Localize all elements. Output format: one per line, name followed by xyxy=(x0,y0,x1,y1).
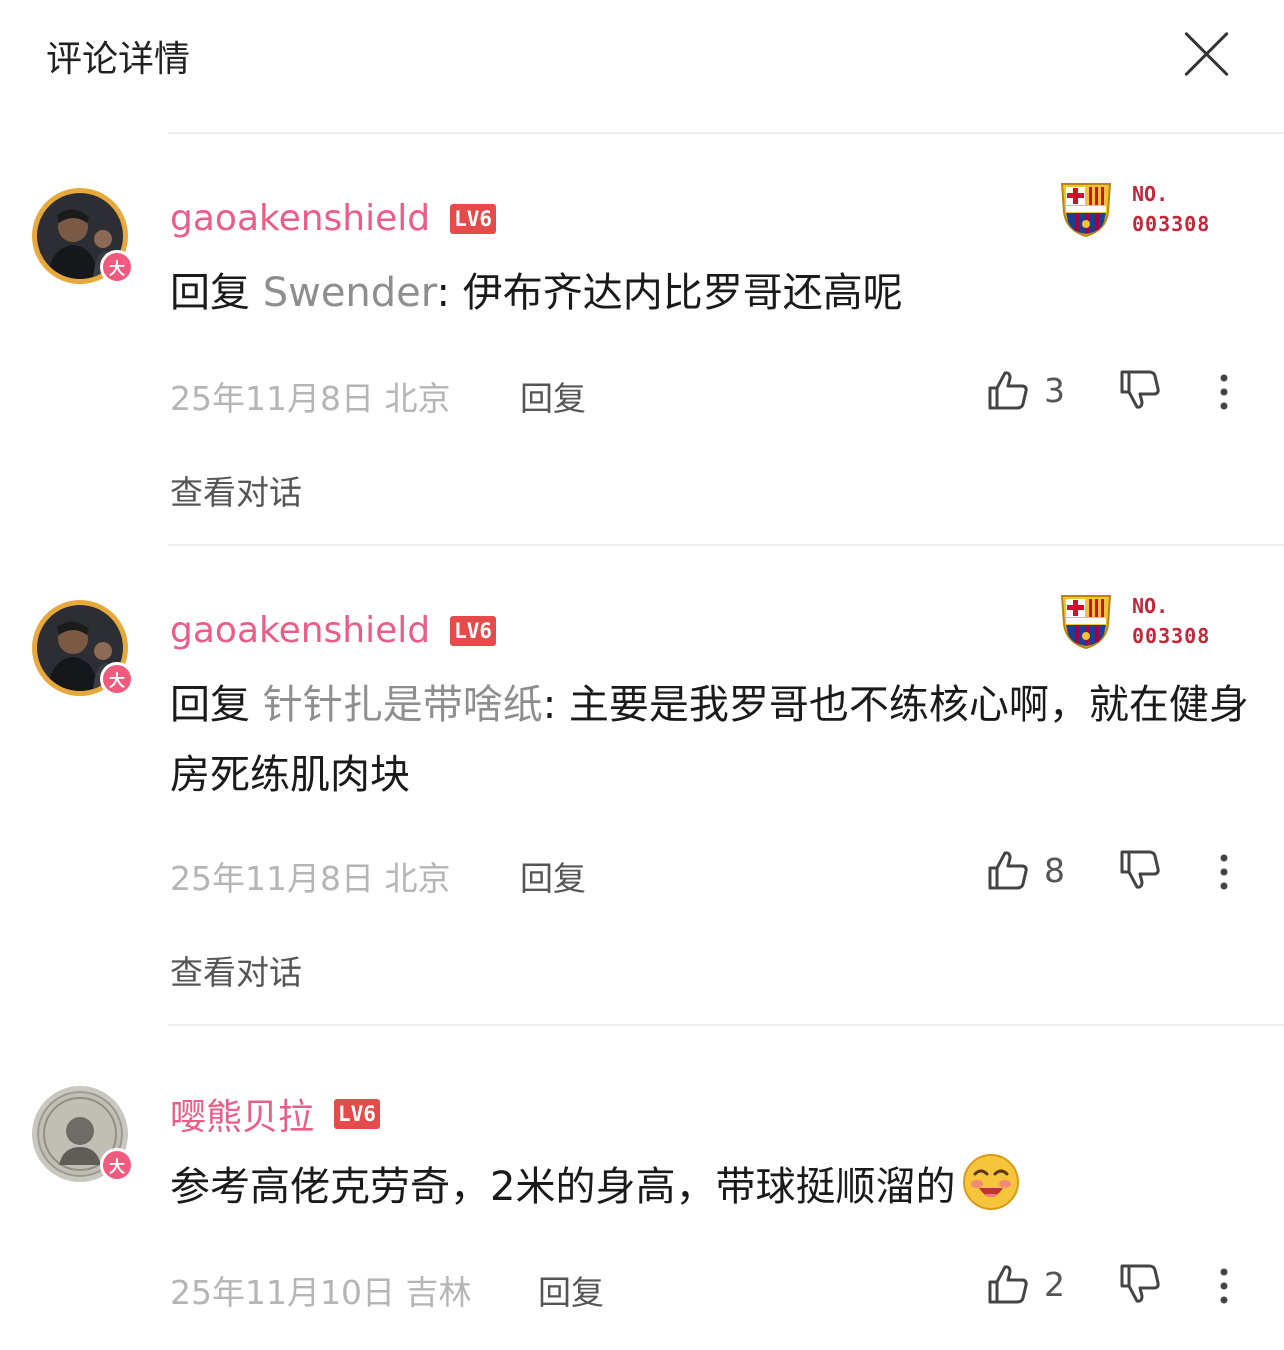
reply-button[interactable]: 回复 xyxy=(520,372,586,420)
page-title: 评论详情 xyxy=(46,39,191,80)
close-icon[interactable] xyxy=(1180,28,1232,80)
reply-prefix: 回复 xyxy=(170,682,250,728)
comment-text: 参考高佬克劳奇，2米的身高，带球挺顺溜的 xyxy=(170,1152,1250,1222)
like-button[interactable]: 3 xyxy=(986,368,1065,412)
level-badge: LV6 xyxy=(450,203,497,234)
more-icon[interactable] xyxy=(1214,1266,1234,1306)
avatar-badge: 大 xyxy=(100,250,134,284)
divider xyxy=(168,132,1284,134)
fan-card-label: NO. xyxy=(1132,182,1169,206)
more-icon[interactable] xyxy=(1214,852,1234,892)
username[interactable]: gaoakenshield xyxy=(170,198,430,239)
like-button[interactable]: 2 xyxy=(986,1262,1065,1306)
header: 评论详情 xyxy=(0,0,1284,110)
reply-to-user[interactable]: 针针扎是带啥纸 xyxy=(263,682,543,728)
avatar-badge: 大 xyxy=(100,1148,134,1182)
thumbs-down-icon xyxy=(1120,370,1160,409)
thumbs-up-icon xyxy=(988,1265,1028,1304)
like-count: 2 xyxy=(1044,1264,1065,1304)
avatar-badge: 大 xyxy=(100,662,134,696)
reply-to-user[interactable]: Swender xyxy=(263,270,437,316)
divider xyxy=(168,1024,1284,1026)
date-location: 25年11月8日 北京 xyxy=(170,859,451,898)
view-conversation-link[interactable]: 查看对话 xyxy=(170,946,302,994)
avatar[interactable]: 大 xyxy=(32,600,134,696)
comment-meta: 25年11月10日 吉林 回复 2 xyxy=(170,1262,1270,1312)
like-count: 8 xyxy=(1044,850,1065,890)
dislike-button[interactable] xyxy=(1118,1262,1162,1310)
comment-text: 回复 针针扎是带啥纸: 主要是我罗哥也不练核心啊，就在健身房死练肌肉块 xyxy=(170,670,1250,810)
fcb-crest-icon xyxy=(1060,183,1112,238)
fan-card-number: 003308 xyxy=(1132,624,1211,648)
comment-body: : 伊布齐达内比罗哥还高呢 xyxy=(436,270,903,316)
username[interactable]: 嘤熊贝拉 xyxy=(170,1088,314,1140)
fan-card[interactable]: NO. 003308 xyxy=(1058,590,1238,652)
like-button[interactable]: 8 xyxy=(986,848,1065,892)
like-count: 3 xyxy=(1044,370,1065,410)
view-conversation-link[interactable]: 查看对话 xyxy=(170,466,302,514)
level-badge: LV6 xyxy=(450,615,497,646)
laughing-drooling-emoji xyxy=(963,1154,1020,1210)
reply-prefix: 回复 xyxy=(170,270,250,316)
thumbs-down-icon xyxy=(1120,850,1160,889)
thumbs-up-icon xyxy=(988,851,1028,890)
comment-meta: 25年11月8日 北京 回复 8 xyxy=(170,848,1270,898)
fan-card[interactable]: NO. 003308 xyxy=(1058,178,1238,240)
avatar[interactable]: 大 xyxy=(32,188,134,284)
name-row: gaoakenshield LV6 xyxy=(170,198,497,239)
divider xyxy=(168,544,1284,546)
avatar[interactable]: 大 xyxy=(32,1086,134,1182)
fcb-crest-icon xyxy=(1060,595,1112,650)
reply-button[interactable]: 回复 xyxy=(538,1266,604,1314)
date-location: 25年11月8日 北京 xyxy=(170,379,451,418)
thumbs-down-icon xyxy=(1120,1264,1160,1303)
date-location: 25年11月10日 吉林 xyxy=(170,1273,472,1312)
thumbs-up-icon xyxy=(988,371,1028,410)
name-row: gaoakenshield LV6 xyxy=(170,610,497,651)
dislike-button[interactable] xyxy=(1118,368,1162,416)
comment-meta: 25年11月8日 北京 回复 3 xyxy=(170,368,1270,418)
comment-body: 参考高佬克劳奇，2米的身高，带球挺顺溜的 xyxy=(170,1164,956,1210)
dislike-button[interactable] xyxy=(1118,848,1162,896)
reply-button[interactable]: 回复 xyxy=(520,852,586,900)
username[interactable]: gaoakenshield xyxy=(170,610,430,651)
name-row: 嘤熊贝拉 LV6 xyxy=(170,1088,380,1140)
level-badge: LV6 xyxy=(334,1099,380,1129)
fan-card-number: 003308 xyxy=(1132,212,1211,236)
more-icon[interactable] xyxy=(1214,372,1234,412)
comment-text: 回复 Swender: 伊布齐达内比罗哥还高呢 xyxy=(170,258,1250,328)
fan-card-label: NO. xyxy=(1132,594,1169,618)
